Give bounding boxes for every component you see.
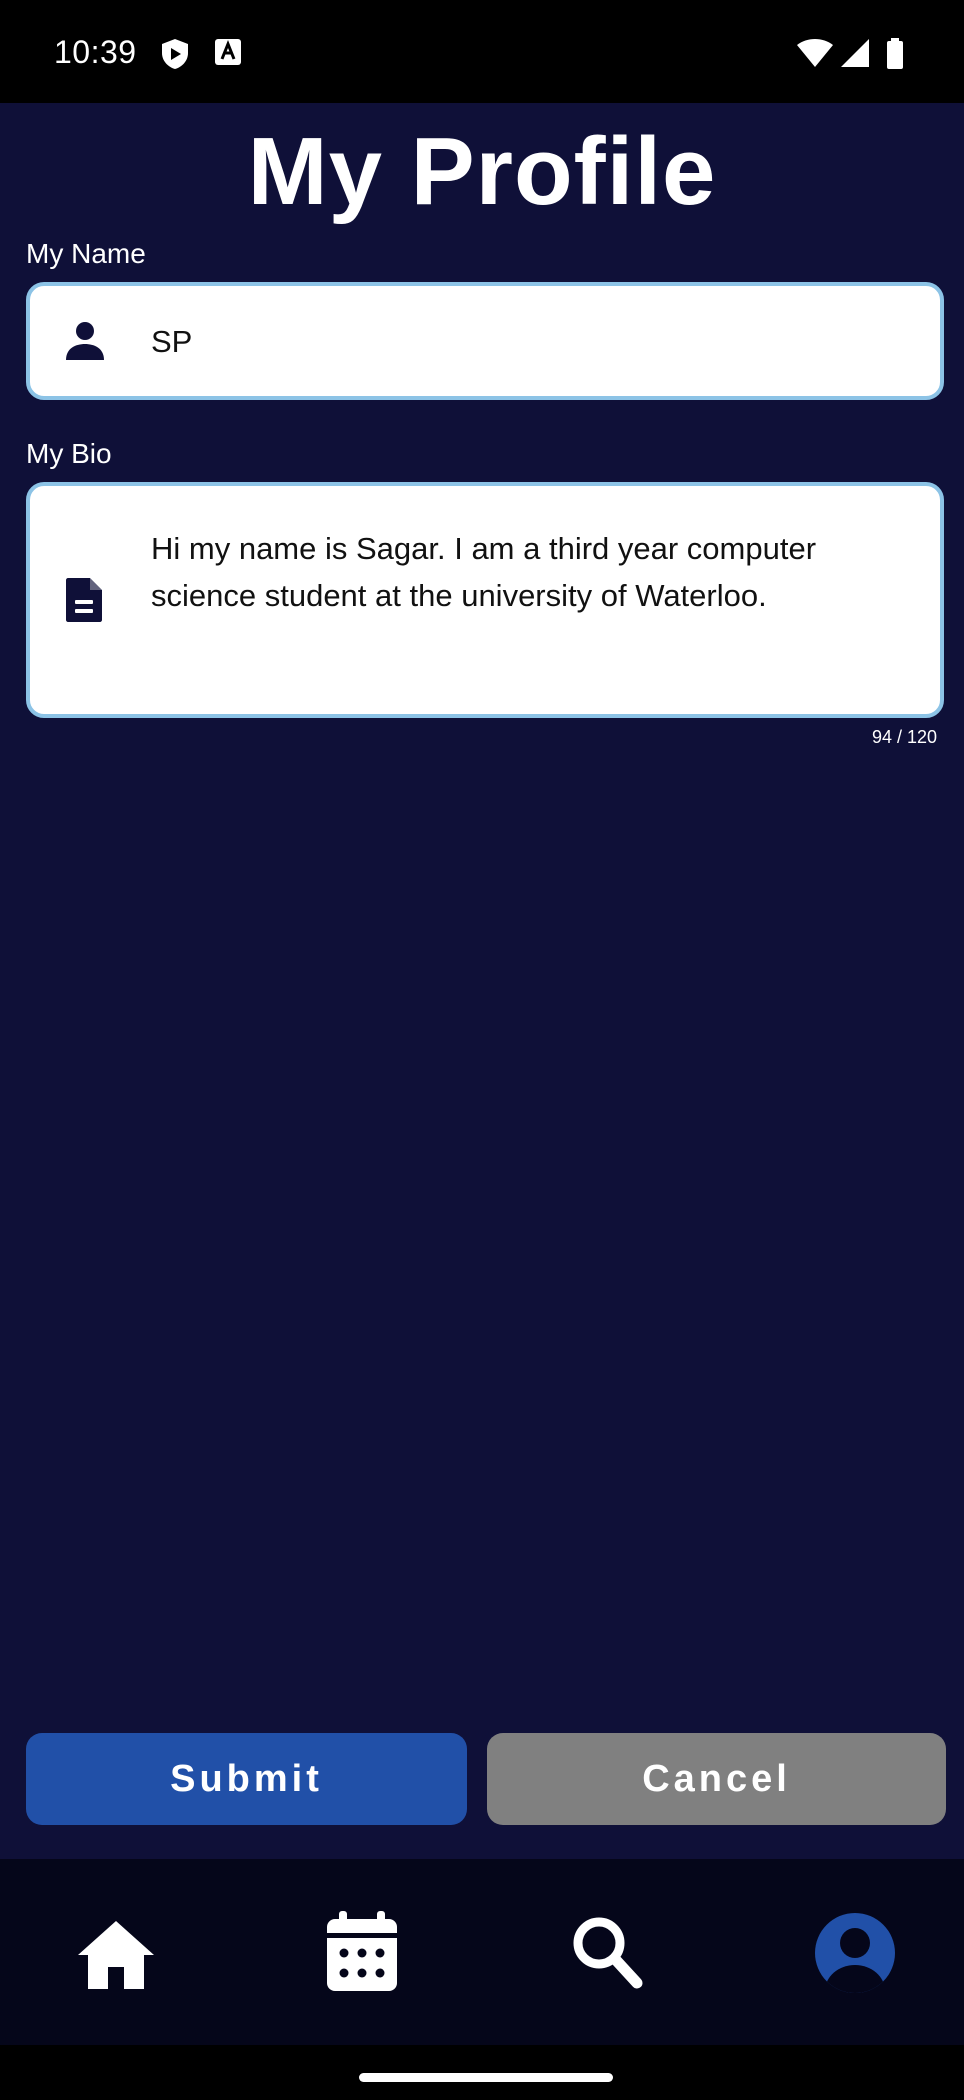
bio-line-1: Hi my name is Sagar. I am a third year c… <box>151 531 817 566</box>
battery-icon <box>886 38 904 75</box>
calendar-icon <box>312 1911 412 2007</box>
bio-field[interactable]: Hi my name is Sagar. I am a third year c… <box>26 482 944 718</box>
name-field[interactable]: SP <box>26 282 944 400</box>
nav-calendar[interactable] <box>312 1903 412 2003</box>
status-bar: 10:39 <box>0 0 964 103</box>
font-a-icon <box>214 38 242 71</box>
profile-screen: My Profile My Name SP My Bio Hi my name … <box>0 103 964 1859</box>
bio-label: My Bio <box>26 438 112 469</box>
person-icon <box>64 320 106 367</box>
character-counter: 94 / 120 <box>871 727 937 747</box>
shield-icon <box>160 38 190 75</box>
name-input-value[interactable]: SP <box>151 324 192 360</box>
nav-home[interactable] <box>66 1903 166 2003</box>
status-time: 10:39 <box>54 34 137 70</box>
bio-line-2: science student at the university of Wat… <box>151 578 767 613</box>
name-label: My Name <box>26 238 146 269</box>
wifi-icon <box>796 38 834 73</box>
nav-profile[interactable] <box>805 1903 905 2003</box>
home-icon <box>66 1921 166 2007</box>
gesture-area <box>0 2045 964 2100</box>
cancel-button[interactable]: Cancel <box>487 1733 946 1825</box>
signal-icon <box>840 38 870 73</box>
page-title: My Profile <box>247 118 717 225</box>
profile-icon <box>805 1913 905 2007</box>
home-gesture-bar[interactable] <box>359 2073 613 2082</box>
document-icon <box>64 576 104 629</box>
submit-button[interactable]: Submit <box>26 1733 467 1825</box>
nav-search[interactable] <box>557 1903 657 2003</box>
bottom-navigation <box>0 1859 964 2045</box>
search-icon <box>557 1917 657 2007</box>
bio-input-value[interactable]: Hi my name is Sagar. I am a third year c… <box>151 525 816 619</box>
